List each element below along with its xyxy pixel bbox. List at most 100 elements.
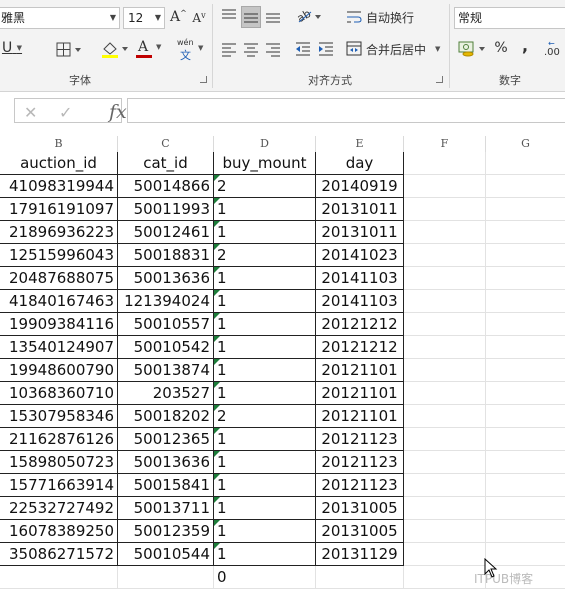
data-cell[interactable]: 20131011 <box>316 221 404 244</box>
column-header-e[interactable]: E <box>316 136 404 152</box>
empty-cell[interactable] <box>404 244 486 267</box>
data-cell[interactable]: 1 <box>214 290 316 313</box>
data-cell[interactable]: 16078389250 <box>0 520 118 543</box>
empty-cell[interactable] <box>486 405 565 428</box>
fill-color-button[interactable] <box>100 39 130 59</box>
middle-align-button[interactable] <box>241 6 261 28</box>
empty-cell[interactable] <box>404 198 486 221</box>
data-cell[interactable]: 1 <box>214 428 316 451</box>
empty-cell[interactable] <box>486 336 565 359</box>
data-cell[interactable]: 2 <box>214 405 316 428</box>
data-cell[interactable]: 41098319944 <box>0 175 118 198</box>
formula-input[interactable] <box>127 98 565 123</box>
column-header-c[interactable]: C <box>118 136 214 152</box>
increase-indent-button[interactable] <box>316 39 336 59</box>
empty-cell[interactable] <box>316 566 404 589</box>
data-cell[interactable]: 20140919 <box>316 175 404 198</box>
number-format-select[interactable]: 常规 <box>454 7 565 29</box>
header-cell[interactable]: auction_id <box>0 152 118 175</box>
empty-cell[interactable] <box>404 267 486 290</box>
empty-cell[interactable] <box>404 290 486 313</box>
empty-cell[interactable] <box>404 543 486 566</box>
insert-function-icon[interactable]: fx <box>109 101 127 123</box>
data-cell[interactable]: 19909384116 <box>0 313 118 336</box>
empty-cell[interactable] <box>486 474 565 497</box>
empty-cell[interactable] <box>486 428 565 451</box>
data-cell[interactable]: 21162876126 <box>0 428 118 451</box>
data-cell[interactable]: 15307958346 <box>0 405 118 428</box>
data-cell[interactable]: 12515996043 <box>0 244 118 267</box>
enter-icon[interactable]: ✓ <box>59 103 72 122</box>
data-cell[interactable]: 1 <box>214 497 316 520</box>
data-cell[interactable]: 50013636 <box>118 451 214 474</box>
empty-cell[interactable] <box>404 451 486 474</box>
decrease-indent-button[interactable] <box>293 39 313 59</box>
empty-cell[interactable] <box>486 198 565 221</box>
data-cell[interactable]: 50013874 <box>118 359 214 382</box>
data-cell[interactable]: 1 <box>214 520 316 543</box>
data-cell[interactable]: 15898050723 <box>0 451 118 474</box>
data-cell[interactable]: 50015841 <box>118 474 214 497</box>
data-cell[interactable]: 20121101 <box>316 382 404 405</box>
data-cell[interactable]: 19948600790 <box>0 359 118 382</box>
data-cell[interactable]: 1 <box>214 198 316 221</box>
comma-style-button[interactable]: , <box>520 36 530 55</box>
sum-cell[interactable]: 0 <box>214 566 316 589</box>
alignment-dialog-launcher[interactable] <box>436 76 443 83</box>
grow-font-button[interactable]: A^ <box>170 9 187 25</box>
data-cell[interactable]: 20121212 <box>316 336 404 359</box>
data-cell[interactable]: 20131011 <box>316 198 404 221</box>
empty-cell[interactable] <box>486 313 565 336</box>
empty-cell[interactable] <box>404 221 486 244</box>
empty-cell[interactable] <box>486 451 565 474</box>
decimal-button[interactable]: ← .00 <box>542 39 565 60</box>
phonetic-button[interactable]: wén 文 ▼ <box>176 38 206 62</box>
data-cell[interactable]: 50013636 <box>118 267 214 290</box>
data-cell[interactable]: 1 <box>214 359 316 382</box>
data-cell[interactable]: 1 <box>214 543 316 566</box>
data-cell[interactable]: 20121123 <box>316 428 404 451</box>
empty-cell[interactable] <box>486 290 565 313</box>
percent-button[interactable]: % <box>494 40 508 56</box>
empty-cell[interactable] <box>486 267 565 290</box>
data-cell[interactable]: 50010542 <box>118 336 214 359</box>
data-cell[interactable]: 50012461 <box>118 221 214 244</box>
empty-cell[interactable] <box>404 520 486 543</box>
font-size-select[interactable]: 12 ▼ <box>123 7 165 29</box>
data-cell[interactable]: 13540124907 <box>0 336 118 359</box>
empty-cell[interactable] <box>486 382 565 405</box>
data-cell[interactable]: 20121212 <box>316 313 404 336</box>
empty-cell[interactable] <box>404 359 486 382</box>
empty-cell[interactable] <box>486 221 565 244</box>
data-cell[interactable]: 50018831 <box>118 244 214 267</box>
data-cell[interactable]: 41840167463 <box>0 290 118 313</box>
font-name-select[interactable]: 雅黑 ▼ <box>0 7 120 29</box>
data-cell[interactable]: 50011993 <box>118 198 214 221</box>
data-cell[interactable]: 1 <box>214 336 316 359</box>
empty-cell[interactable] <box>486 497 565 520</box>
align-center-button[interactable] <box>241 39 261 59</box>
align-right-button[interactable] <box>263 39 283 59</box>
data-cell[interactable]: 20141103 <box>316 290 404 313</box>
borders-button[interactable] <box>56 42 84 58</box>
data-cell[interactable]: 1 <box>214 382 316 405</box>
data-cell[interactable]: 20121101 <box>316 405 404 428</box>
data-cell[interactable]: 50013711 <box>118 497 214 520</box>
empty-cell[interactable] <box>404 405 486 428</box>
data-cell[interactable]: 2 <box>214 175 316 198</box>
data-cell[interactable]: 203527 <box>118 382 214 405</box>
column-header-b[interactable]: B <box>0 136 118 152</box>
shrink-font-button[interactable]: Av <box>192 11 206 25</box>
align-left-button[interactable] <box>219 39 239 59</box>
data-cell[interactable]: 20487688075 <box>0 267 118 290</box>
data-cell[interactable]: 17916191097 <box>0 198 118 221</box>
data-cell[interactable]: 50012365 <box>118 428 214 451</box>
data-cell[interactable]: 20131129 <box>316 543 404 566</box>
merge-center-button[interactable]: 合并后居中 ▼ <box>346 40 446 60</box>
font-dialog-launcher[interactable] <box>200 76 207 83</box>
data-cell[interactable]: 121394024 <box>118 290 214 313</box>
empty-cell[interactable] <box>404 474 486 497</box>
underline-button[interactable]: U ▼ <box>0 40 26 56</box>
data-cell[interactable]: 1 <box>214 474 316 497</box>
data-cell[interactable]: 22532727492 <box>0 497 118 520</box>
